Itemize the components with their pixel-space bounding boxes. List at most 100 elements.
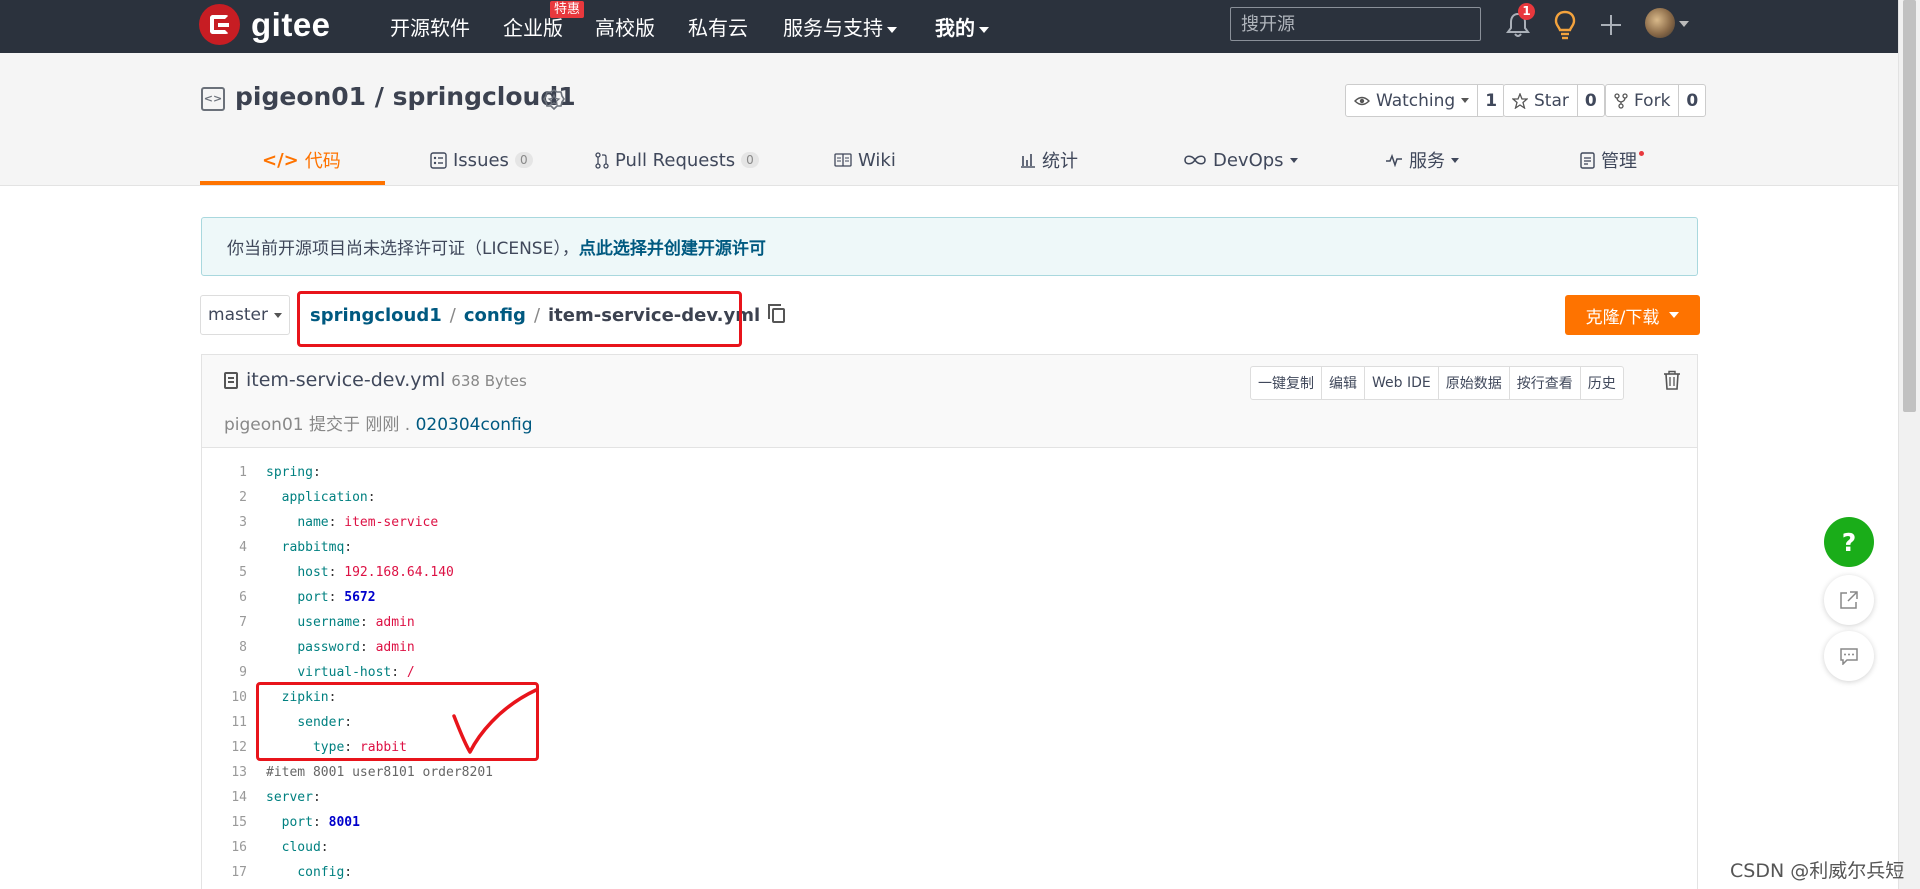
nav-mine[interactable]: 我的 bbox=[935, 12, 989, 41]
watch-button[interactable]: Watching bbox=[1346, 85, 1479, 116]
infinity-icon bbox=[1184, 155, 1206, 165]
line-number[interactable]: 1 bbox=[202, 460, 247, 485]
top-navbar: gitee 开源软件 企业版 特惠 高校版 私有云 服务与支持 我的 1 bbox=[0, 0, 1898, 53]
star-button[interactable]: Star bbox=[1504, 85, 1578, 116]
star-icon bbox=[1512, 92, 1528, 109]
tab-services-label: 服务 bbox=[1409, 151, 1445, 172]
line-content: config: bbox=[297, 865, 353, 880]
yaml-key: password bbox=[297, 640, 360, 655]
history-button[interactable]: 历史 bbox=[1581, 367, 1623, 399]
raw-button[interactable]: 原始数据 bbox=[1439, 367, 1510, 399]
share-button[interactable] bbox=[1824, 575, 1874, 625]
code-line: 8 password: admin bbox=[202, 635, 1697, 660]
line-number[interactable]: 3 bbox=[202, 510, 247, 535]
code-line: 7 username: admin bbox=[202, 610, 1697, 635]
chevron-down-icon bbox=[1669, 312, 1680, 318]
chevron-down-icon[interactable] bbox=[1679, 21, 1689, 27]
line-number[interactable]: 9 bbox=[202, 660, 247, 685]
file-viewer: item-service-dev.yml 638 Bytes pigeon01 提… bbox=[201, 354, 1698, 889]
page-scrollbar[interactable] bbox=[1898, 0, 1920, 889]
code-line: 17 config: bbox=[202, 860, 1697, 885]
tab-manage[interactable]: 管理 bbox=[1580, 136, 1644, 184]
commit-text: pigeon01 提交于 刚刚 . bbox=[224, 415, 411, 435]
yaml-key: cloud bbox=[281, 840, 321, 855]
copy-icon[interactable] bbox=[768, 304, 786, 323]
notice-text: 你当前开源项目尚未选择许可证（LICENSE）， bbox=[227, 239, 579, 259]
watch-count[interactable]: 1 bbox=[1478, 85, 1504, 116]
create-license-link[interactable]: 点此选择并创建开源许可 bbox=[579, 234, 766, 259]
commit-message-link[interactable]: 020304config bbox=[416, 415, 533, 435]
pull-request-icon bbox=[595, 151, 609, 169]
tab-stats[interactable]: 统计 bbox=[1020, 136, 1078, 184]
yaml-value: / bbox=[406, 665, 415, 680]
web-ide-button[interactable]: Web IDE bbox=[1365, 367, 1439, 399]
repo-title[interactable]: pigeon01 / springcloud1 bbox=[235, 82, 576, 111]
repo-icon: <> bbox=[201, 87, 225, 111]
copy-all-button[interactable]: 一键复制 bbox=[1251, 367, 1322, 399]
star-button-group: Star 0 bbox=[1503, 84, 1605, 117]
nav-mine-label: 我的 bbox=[935, 16, 975, 40]
lightbulb-icon[interactable] bbox=[1552, 10, 1578, 40]
line-number[interactable]: 17 bbox=[202, 860, 247, 885]
tab-issues[interactable]: Issues 0 bbox=[430, 136, 533, 184]
star-count[interactable]: 0 bbox=[1578, 85, 1604, 116]
checkmark-annotation bbox=[452, 688, 538, 754]
tab-services[interactable]: 服务 bbox=[1385, 136, 1459, 184]
yaml-key: application bbox=[281, 490, 368, 505]
chevron-down-icon bbox=[1289, 157, 1298, 163]
nav-education[interactable]: 高校版 bbox=[595, 12, 655, 41]
tab-code[interactable]: </> 代码 bbox=[262, 136, 341, 184]
chevron-down-icon bbox=[273, 312, 282, 318]
line-number[interactable]: 12 bbox=[202, 735, 247, 760]
gitee-logo-icon bbox=[199, 4, 240, 45]
line-number[interactable]: 11 bbox=[202, 710, 247, 735]
line-number[interactable]: 14 bbox=[202, 785, 247, 810]
yaml-key: rabbitmq bbox=[281, 540, 345, 555]
fork-label: Fork bbox=[1634, 90, 1671, 111]
line-number[interactable]: 7 bbox=[202, 610, 247, 635]
nav-private-cloud[interactable]: 私有云 bbox=[688, 12, 748, 41]
yaml-value: admin bbox=[375, 615, 415, 630]
line-number[interactable]: 15 bbox=[202, 810, 247, 835]
line-content: #item 8001 user8101 order8201 bbox=[266, 760, 493, 785]
code-line: 16 cloud: bbox=[202, 835, 1697, 860]
line-number[interactable]: 4 bbox=[202, 535, 247, 560]
clone-download-button[interactable]: 克隆/下载 bbox=[1565, 295, 1700, 335]
line-number[interactable]: 8 bbox=[202, 635, 247, 660]
code-line: 1 spring: bbox=[202, 460, 1697, 485]
gitee-logo[interactable]: gitee bbox=[199, 4, 331, 45]
code-line: 13 #item 8001 user8101 order8201 bbox=[202, 760, 1697, 785]
tab-wiki[interactable]: Wiki bbox=[834, 136, 896, 184]
tab-pull-requests[interactable]: Pull Requests 0 bbox=[595, 136, 759, 184]
blame-button[interactable]: 按行查看 bbox=[1510, 367, 1581, 399]
fork-count[interactable]: 0 bbox=[1679, 85, 1705, 116]
edit-button[interactable]: 编辑 bbox=[1322, 367, 1365, 399]
line-number[interactable]: 13 bbox=[202, 760, 247, 785]
help-button[interactable]: ? bbox=[1824, 517, 1874, 567]
line-number[interactable]: 2 bbox=[202, 485, 247, 510]
nav-services[interactable]: 服务与支持 bbox=[783, 12, 897, 41]
yaml-key: port bbox=[281, 815, 313, 830]
tab-stats-label: 统计 bbox=[1042, 151, 1078, 172]
feedback-button[interactable] bbox=[1824, 631, 1874, 681]
tab-devops[interactable]: DevOps bbox=[1183, 136, 1298, 184]
issues-count: 0 bbox=[514, 152, 533, 168]
search-input[interactable] bbox=[1231, 8, 1480, 40]
chevron-down-icon bbox=[979, 26, 989, 33]
line-content: application: bbox=[281, 490, 376, 505]
line-number[interactable]: 16 bbox=[202, 835, 247, 860]
user-avatar[interactable] bbox=[1645, 8, 1675, 38]
line-number[interactable]: 5 bbox=[202, 560, 247, 585]
watermark: CSDN @利威尔兵短 bbox=[1730, 860, 1905, 882]
fork-button[interactable]: Fork bbox=[1606, 85, 1680, 116]
line-content: rabbitmq: bbox=[281, 540, 353, 555]
nav-open-source[interactable]: 开源软件 bbox=[390, 12, 470, 41]
branch-select[interactable]: master bbox=[200, 295, 290, 335]
notification-dot bbox=[1639, 150, 1644, 156]
trash-icon[interactable] bbox=[1663, 370, 1681, 390]
scrollbar-thumb[interactable] bbox=[1903, 0, 1916, 412]
badge-icon[interactable] bbox=[542, 88, 566, 112]
line-number[interactable]: 10 bbox=[202, 685, 247, 710]
line-number[interactable]: 6 bbox=[202, 585, 247, 610]
plus-icon[interactable] bbox=[1598, 12, 1624, 38]
